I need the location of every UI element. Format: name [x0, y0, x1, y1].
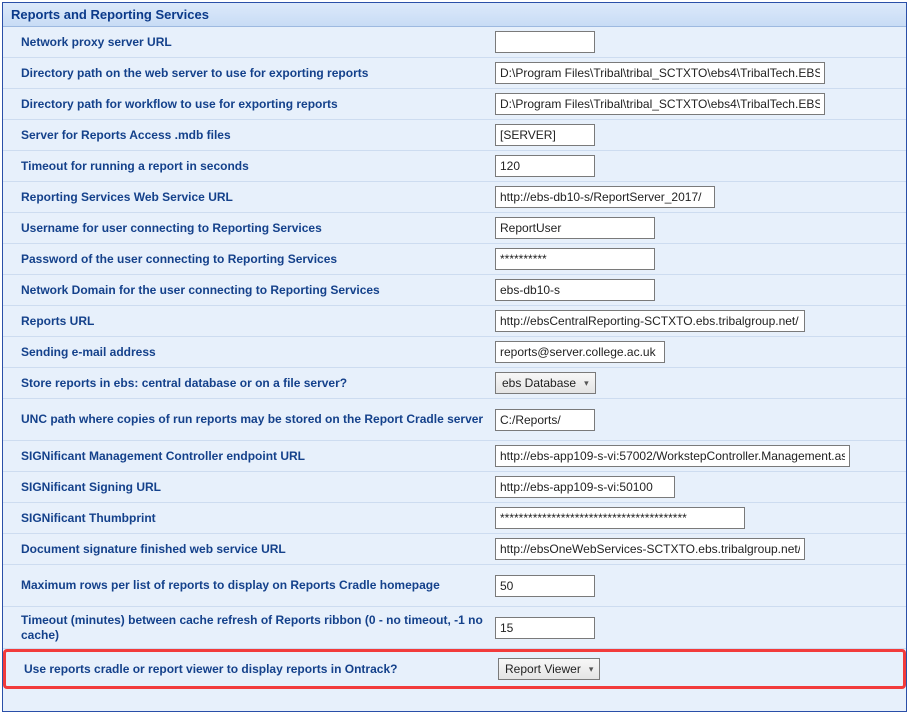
label-viewer-choice: Use reports cradle or report viewer to d… [24, 662, 498, 677]
label-unc-path: UNC path where copies of run reports may… [21, 412, 495, 427]
input-cache-timeout[interactable] [495, 617, 595, 639]
row-sending-email: Sending e-mail address [3, 337, 906, 368]
label-store-loc: Store reports in ebs: central database o… [21, 376, 495, 391]
panel-title: Reports and Reporting Services [3, 3, 906, 27]
row-rs-url: Reporting Services Web Service URL [3, 182, 906, 213]
select-viewer-choice[interactable]: Report Viewer ▾ [498, 658, 600, 680]
input-sig-mgmt[interactable] [495, 445, 850, 467]
input-server-mdb[interactable] [495, 124, 595, 146]
row-reports-url: Reports URL [3, 306, 906, 337]
label-doc-sig-url: Document signature finished web service … [21, 542, 495, 557]
row-unc-path: UNC path where copies of run reports may… [3, 399, 906, 441]
row-rs-domain: Network Domain for the user connecting t… [3, 275, 906, 306]
label-rs-domain: Network Domain for the user connecting t… [21, 283, 495, 298]
chevron-down-icon: ▾ [589, 664, 594, 675]
input-rs-user[interactable] [495, 217, 655, 239]
input-dir-workflow[interactable] [495, 93, 825, 115]
input-timeout-report[interactable] [495, 155, 595, 177]
row-max-rows: Maximum rows per list of reports to disp… [3, 565, 906, 607]
input-unc-path[interactable] [495, 409, 595, 431]
input-reports-url[interactable] [495, 310, 805, 332]
highlight-annotation: Use reports cradle or report viewer to d… [3, 649, 906, 689]
label-sig-mgmt: SIGNificant Management Controller endpoi… [21, 449, 495, 464]
input-rs-domain[interactable] [495, 279, 655, 301]
label-dir-workflow: Directory path for workflow to use for e… [21, 97, 495, 112]
label-timeout-report: Timeout for running a report in seconds [21, 159, 495, 174]
row-rs-pass: Password of the user connecting to Repor… [3, 244, 906, 275]
label-server-mdb: Server for Reports Access .mdb files [21, 128, 495, 143]
row-cache-timeout: Timeout (minutes) between cache refresh … [3, 607, 906, 649]
row-viewer-choice: Use reports cradle or report viewer to d… [6, 654, 903, 684]
input-proxy-url[interactable] [495, 31, 595, 53]
select-viewer-choice-value: Report Viewer [505, 662, 581, 676]
select-store-loc-value: ebs Database [502, 376, 576, 390]
label-sig-sign: SIGNificant Signing URL [21, 480, 495, 495]
input-rs-url[interactable] [495, 186, 715, 208]
label-reports-url: Reports URL [21, 314, 495, 329]
input-sending-email[interactable] [495, 341, 665, 363]
row-doc-sig-url: Document signature finished web service … [3, 534, 906, 565]
label-sig-thumb: SIGNificant Thumbprint [21, 511, 495, 526]
label-rs-user: Username for user connecting to Reportin… [21, 221, 495, 236]
row-server-mdb: Server for Reports Access .mdb files [3, 120, 906, 151]
select-store-loc[interactable]: ebs Database ▾ [495, 372, 596, 394]
row-sig-sign: SIGNificant Signing URL [3, 472, 906, 503]
row-timeout-report: Timeout for running a report in seconds [3, 151, 906, 182]
label-proxy-url: Network proxy server URL [21, 35, 495, 50]
row-dir-workflow: Directory path for workflow to use for e… [3, 89, 906, 120]
input-max-rows[interactable] [495, 575, 595, 597]
label-sending-email: Sending e-mail address [21, 345, 495, 360]
label-dir-web: Directory path on the web server to use … [21, 66, 495, 81]
label-max-rows: Maximum rows per list of reports to disp… [21, 578, 495, 593]
input-doc-sig-url[interactable] [495, 538, 805, 560]
label-rs-url: Reporting Services Web Service URL [21, 190, 495, 205]
row-store-loc: Store reports in ebs: central database o… [3, 368, 906, 399]
input-sig-sign[interactable] [495, 476, 675, 498]
chevron-down-icon: ▾ [584, 378, 589, 389]
row-dir-web: Directory path on the web server to use … [3, 58, 906, 89]
label-cache-timeout: Timeout (minutes) between cache refresh … [21, 613, 495, 643]
row-rs-user: Username for user connecting to Reportin… [3, 213, 906, 244]
row-proxy-url: Network proxy server URL [3, 27, 906, 58]
label-rs-pass: Password of the user connecting to Repor… [21, 252, 495, 267]
row-sig-thumb: SIGNificant Thumbprint [3, 503, 906, 534]
panel-bottom-padding [3, 689, 906, 711]
input-dir-web[interactable] [495, 62, 825, 84]
input-rs-pass[interactable] [495, 248, 655, 270]
row-sig-mgmt: SIGNificant Management Controller endpoi… [3, 441, 906, 472]
input-sig-thumb[interactable] [495, 507, 745, 529]
reports-settings-panel: Reports and Reporting Services Network p… [2, 2, 907, 712]
